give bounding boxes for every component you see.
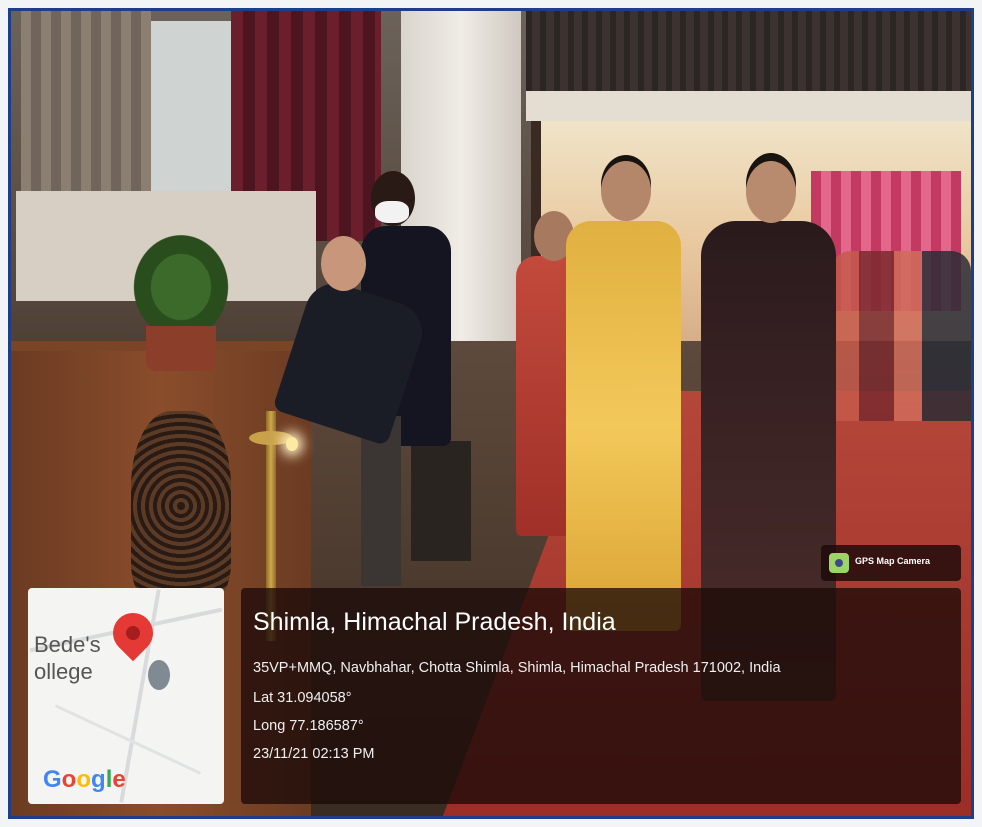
potted-plant [121,221,241,331]
gps-map-camera-icon [829,553,849,573]
google-logo-letter: o [61,766,77,793]
face-mask [375,201,409,223]
badge-label: GPS Map Camera [855,556,931,566]
carved-crest [131,411,231,601]
timestamp-text: 23/11/21 02:13 PM [253,746,375,762]
map-thumbnail: Bede's ollege Google [28,588,224,804]
balcony-beam [526,91,971,121]
google-logo-letter: g [91,766,106,793]
person-yellow-saree [566,161,686,631]
window [151,21,231,201]
google-logo-letter: o [76,766,92,793]
person-lighting-lamp [272,236,430,586]
graduation-icon [148,660,170,690]
person-body [566,221,681,631]
address-text: 35VP+MMQ, Navbhahar, Chotta Shimla, Shim… [253,660,781,676]
map-place-label: Bede's [34,632,101,657]
place-name: Shimla, Himachal Pradesh, India [253,608,616,636]
google-logo-letter: G [43,766,62,793]
google-logo-letter: e [112,766,126,793]
background-people [831,251,971,421]
plant-pot [146,326,216,371]
person-head [746,161,796,223]
latitude-text: Lat 31.094058° [253,690,352,706]
person-head [601,161,651,221]
location-info-panel: Shimla, Himachal Pradesh, India 35VP+MMQ… [241,588,961,804]
person-body [272,275,430,447]
gps-map-camera-badge: GPS Map Camera [821,545,961,581]
longitude-text: Long 77.186587° [253,718,364,734]
person-head [321,236,366,291]
photo-frame: GPS Map Camera Bede's ollege Google Shim… [8,8,974,819]
google-logo: Google [43,766,126,794]
map-place-label: ollege [34,659,93,684]
